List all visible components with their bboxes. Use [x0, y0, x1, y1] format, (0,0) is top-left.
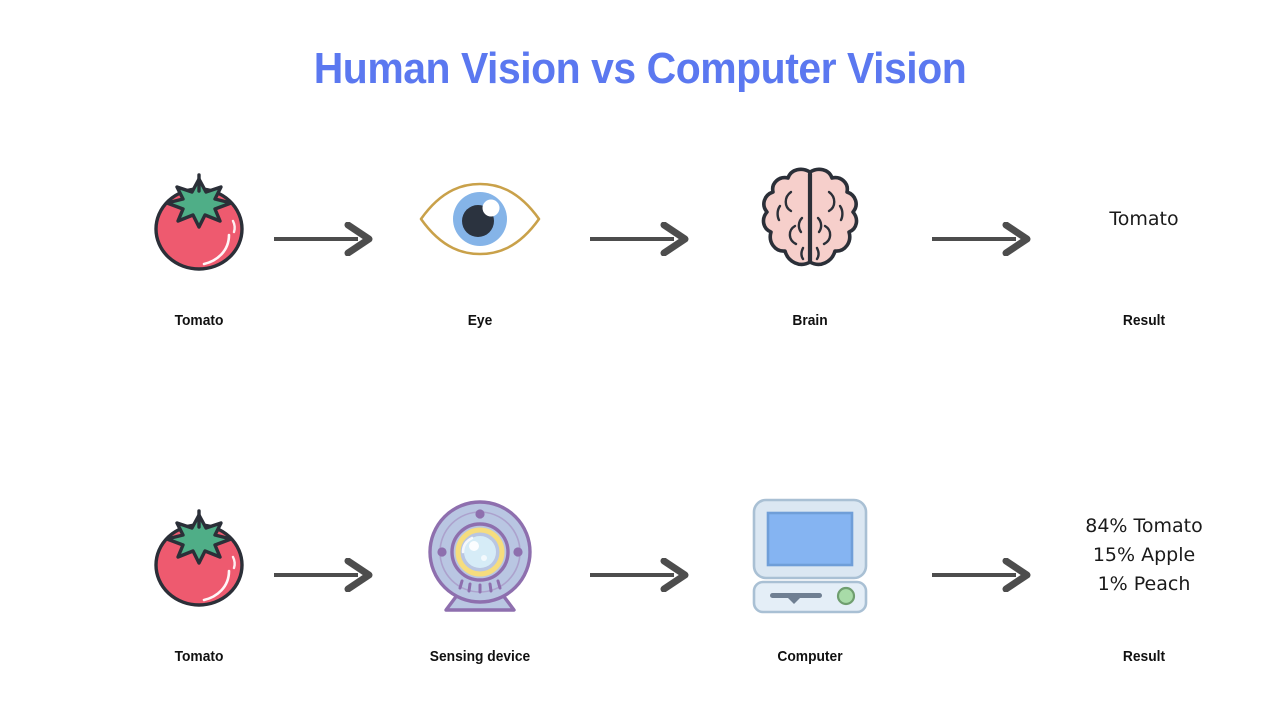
- stage-label: Tomato: [174, 648, 224, 665]
- stage-tomato-machine: Tomato: [99, 496, 299, 676]
- stage-result-machine: 84% Tomato 15% Apple 1% Peach Result: [1044, 496, 1244, 676]
- result-text: Tomato: [1044, 160, 1244, 278]
- stage-label: Brain: [792, 312, 828, 329]
- tomato-icon: [99, 160, 299, 278]
- human-vision-row: Tomato Eye Brain Tomato Result: [0, 160, 1280, 340]
- result-text: 84% Tomato 15% Apple 1% Peach: [1044, 496, 1244, 614]
- result-line: Tomato: [1109, 207, 1179, 230]
- eye-icon: [380, 160, 580, 278]
- stage-label: Sensing device: [429, 648, 531, 665]
- result-line: 15% Apple: [1092, 543, 1196, 566]
- webcam-icon: [380, 496, 580, 614]
- stage-brain: Brain: [710, 160, 910, 340]
- result-list: 84% Tomato 15% Apple 1% Peach: [1044, 496, 1244, 614]
- computer-icon: [710, 496, 910, 614]
- stage-result-human: Tomato Result: [1044, 160, 1244, 340]
- page-title: Human Vision vs Computer Vision: [313, 44, 967, 93]
- stage-sensing-device: Sensing device: [380, 496, 580, 676]
- result-line: 84% Tomato: [1085, 514, 1203, 537]
- result-list: Tomato: [1044, 160, 1244, 278]
- stage-label: Eye: [467, 312, 493, 329]
- tomato-icon: [99, 496, 299, 614]
- arrow-right-icon: [272, 557, 376, 593]
- stage-tomato-human: Tomato: [99, 160, 299, 340]
- arrow-right-icon: [588, 557, 692, 593]
- stage-label: Result: [1122, 648, 1166, 665]
- arrow-right-icon: [588, 221, 692, 257]
- arrow-right-icon: [930, 557, 1034, 593]
- stage-computer: Computer: [710, 496, 910, 676]
- computer-vision-row: Tomato Sensing device Computer 84% Tomat…: [0, 496, 1280, 676]
- stage-label: Tomato: [174, 312, 224, 329]
- stage-eye: Eye: [380, 160, 580, 340]
- arrow-right-icon: [930, 221, 1034, 257]
- result-line: 1% Peach: [1097, 572, 1191, 595]
- arrow-right-icon: [272, 221, 376, 257]
- stage-label: Result: [1122, 312, 1166, 329]
- stage-label: Computer: [777, 648, 843, 665]
- brain-icon: [710, 160, 910, 278]
